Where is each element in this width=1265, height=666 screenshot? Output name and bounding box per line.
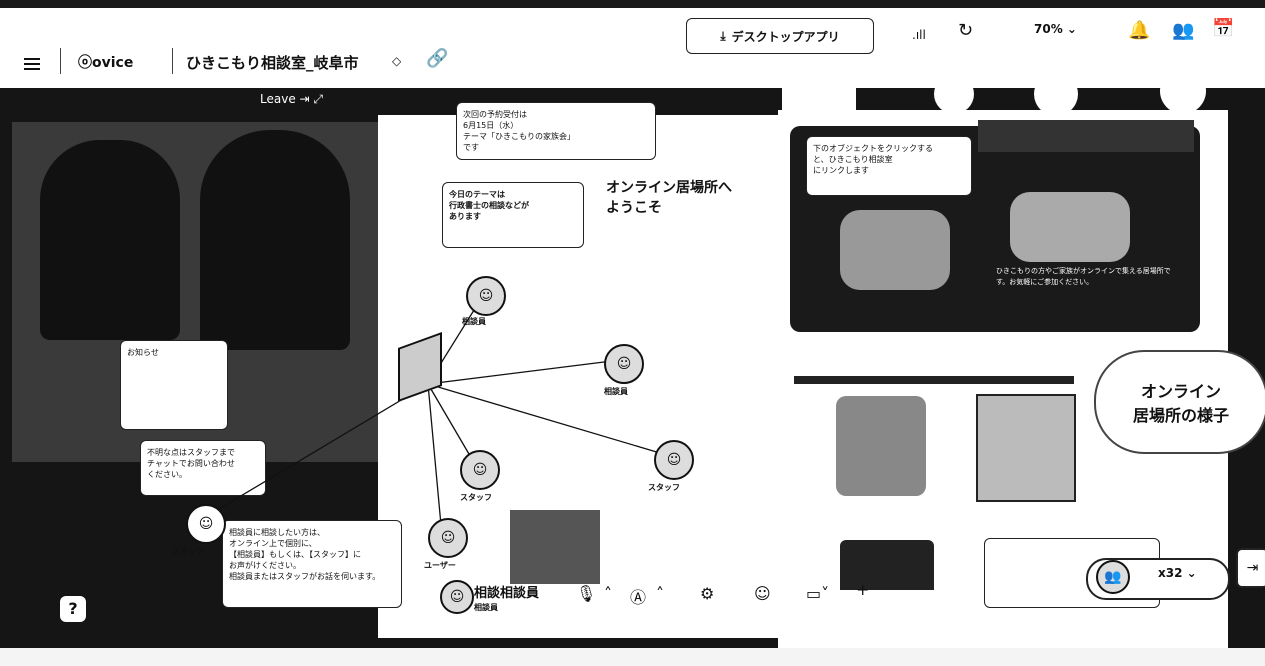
participant-count: x32 ⌄ (1158, 566, 1197, 580)
dark-object[interactable] (840, 540, 934, 590)
person-icon: ☺ (666, 452, 682, 468)
board-divider (794, 376, 1074, 384)
person-icon: ☺ (478, 288, 494, 304)
screen-share-icon[interactable]: ▭˅ (806, 584, 829, 603)
avatar-node[interactable]: ☺ (604, 344, 644, 384)
emoji-icon[interactable]: ☺ (754, 584, 771, 603)
node-label: ユーザー (424, 561, 456, 570)
node-label: スタッフ (648, 483, 680, 492)
user-role: 相談員 (474, 603, 498, 612)
settings-icon[interactable]: ⚙ (700, 584, 714, 603)
person-icon: ☺ (440, 530, 456, 546)
user-avatar[interactable]: ☺ (440, 580, 474, 614)
avatar-node[interactable]: ☺ (654, 440, 694, 480)
photo-object[interactable] (976, 394, 1076, 502)
participants-icon: 👥 (1096, 560, 1130, 594)
photo-object[interactable] (510, 510, 600, 584)
node-label: スタッフ (460, 493, 492, 502)
help-button[interactable]: ? (60, 596, 86, 622)
chevron-up-icon[interactable]: ˄ (656, 584, 664, 603)
add-icon[interactable]: + (856, 580, 869, 599)
bottom-strip (0, 648, 1265, 666)
person-icon: ☺ (449, 589, 465, 605)
chevron-up-icon[interactable]: ˄ (604, 584, 612, 603)
node-label: スタッフ (172, 547, 204, 556)
avatar-node[interactable]: ☺ (428, 518, 468, 558)
avatar-node[interactable]: ☺ (186, 504, 226, 544)
person-icon: ☺ (198, 516, 214, 532)
user-name: 相談相談員 (474, 586, 540, 601)
person-icon: ☺ (616, 356, 632, 372)
node-label: 相談員 (462, 317, 486, 326)
speaker-icon[interactable]: Ⓐ (630, 584, 646, 608)
avatar-node[interactable]: ☺ (466, 276, 506, 316)
photo-object[interactable] (836, 396, 926, 496)
avatar-node[interactable]: ☺ (460, 450, 500, 490)
mic-icon[interactable]: 🎙 (576, 584, 596, 603)
exit-icon[interactable]: ⇥ (1236, 548, 1265, 588)
person-icon: ☺ (472, 462, 488, 478)
node-label: 相談員 (604, 387, 628, 396)
